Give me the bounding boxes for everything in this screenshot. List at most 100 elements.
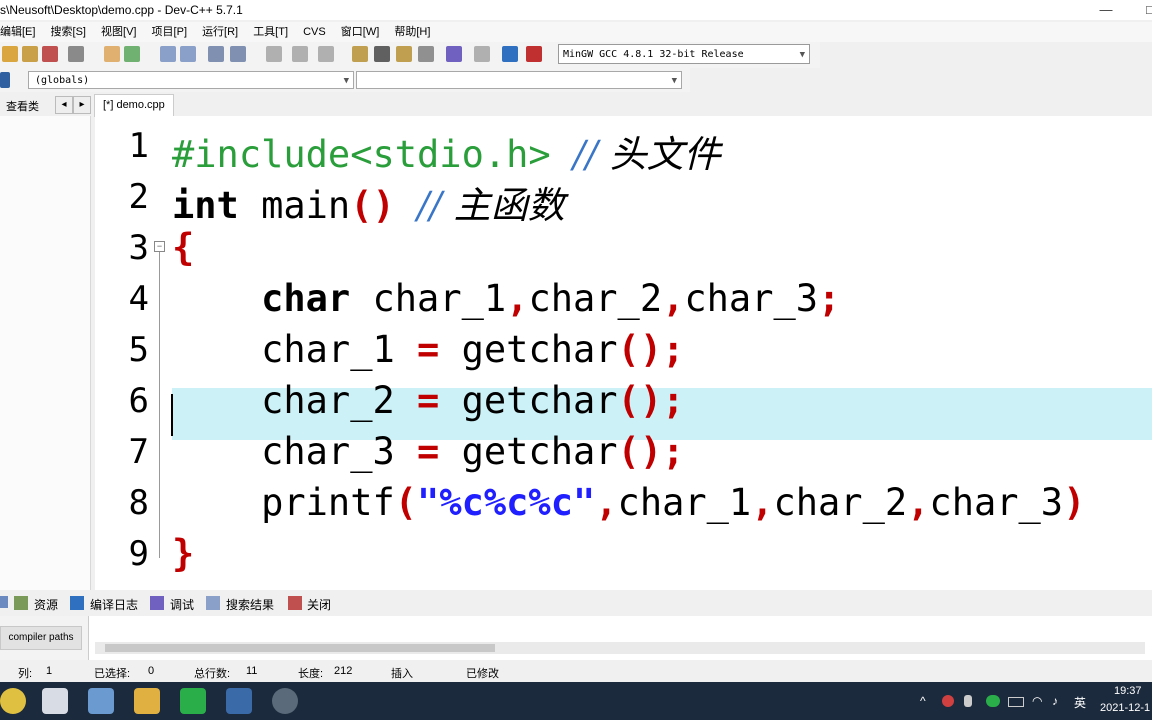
resources-icon [14, 596, 28, 610]
chevron-down-icon: ▼ [343, 76, 349, 86]
search-results-icon [206, 596, 220, 610]
menu-run[interactable]: 运行[R] [202, 22, 238, 42]
code-line: { [172, 226, 194, 269]
minimize-button[interactable]: — [1084, 0, 1128, 20]
code-token: char_3 [684, 277, 819, 320]
globals-select[interactable]: (globals) ▼ [28, 71, 354, 89]
horizontal-scrollbar[interactable] [95, 642, 1145, 654]
code-token: ( [394, 481, 418, 524]
fold-toggle-icon[interactable]: − [154, 241, 165, 252]
volume-icon[interactable]: ♪ [1052, 694, 1058, 708]
tab-next-button[interactable]: ▸ [73, 96, 91, 114]
code-token: char_3 [929, 481, 1064, 524]
function-select[interactable]: ▼ [356, 71, 682, 89]
forward-icon[interactable] [292, 46, 308, 62]
maximize-button[interactable]: □ [1128, 0, 1152, 20]
clock-time[interactable]: 19:37 [1114, 685, 1142, 697]
unindent-icon[interactable] [230, 46, 246, 62]
compiler-select[interactable]: MinGW GCC 4.8.1 32-bit Release ▼ [558, 44, 810, 64]
microphone-icon[interactable] [964, 695, 972, 707]
bookmark-icon[interactable] [318, 46, 334, 62]
code-token: printf [172, 481, 395, 524]
line-number: 3 [128, 228, 149, 268]
chevron-down-icon: ▼ [799, 50, 805, 60]
undo-icon[interactable] [104, 46, 120, 62]
line-number: 7 [128, 432, 149, 472]
chrome-icon[interactable] [0, 688, 26, 714]
code-line: printf("%c%c%c",char_1,char_2,char_3) [172, 481, 1085, 524]
menu-help[interactable]: 帮助[H] [394, 22, 430, 42]
code-token: char_1 [172, 328, 418, 371]
tab-debug[interactable]: 调试 [170, 596, 194, 613]
tab-demo-cpp[interactable]: [*] demo.cpp [94, 94, 174, 117]
rebuild-icon[interactable] [418, 46, 434, 62]
code-token: // [417, 184, 442, 227]
wechat-icon[interactable] [180, 688, 206, 714]
compile-icon[interactable] [352, 46, 368, 62]
code-token: char_2 [773, 481, 908, 524]
compile-run-icon[interactable] [396, 46, 412, 62]
redo-icon[interactable] [124, 46, 140, 62]
notepad-icon[interactable] [88, 688, 114, 714]
devcpp-icon[interactable] [226, 688, 252, 714]
code-token: char [261, 277, 351, 320]
debug-icon[interactable] [526, 46, 542, 62]
tab-search-results[interactable]: 搜索结果 [226, 596, 274, 613]
find-icon[interactable] [160, 46, 176, 62]
status-sel-value: 0 [148, 665, 155, 677]
tray-expand-icon[interactable]: ^ [920, 694, 926, 708]
indent-icon[interactable] [208, 46, 224, 62]
code-token: ; [818, 277, 841, 320]
menu-window[interactable]: 窗口[W] [341, 22, 380, 42]
code-token: } [172, 532, 195, 575]
wechat-tray-icon[interactable] [986, 695, 1000, 707]
status-col-label: 列: [18, 668, 33, 680]
class-icon[interactable] [0, 72, 10, 88]
save-all-icon[interactable] [22, 46, 38, 62]
scrollbar-thumb[interactable] [105, 644, 495, 652]
class-browser-tab[interactable]: 查看类 [6, 98, 39, 114]
code-token: getchar [439, 430, 618, 473]
menu-project[interactable]: 项目[P] [152, 22, 187, 42]
check-icon[interactable] [446, 46, 462, 62]
debug-check-icon [150, 596, 164, 610]
code-token: , [907, 481, 930, 524]
back-icon[interactable] [266, 46, 282, 62]
close-file-icon[interactable] [42, 46, 58, 62]
battery-icon[interactable] [1008, 697, 1024, 707]
log-output-area[interactable] [88, 616, 1152, 660]
qq-icon[interactable] [942, 695, 954, 707]
app-icon[interactable] [272, 688, 298, 714]
print-icon[interactable] [68, 46, 84, 62]
line-number: 4 [128, 279, 149, 319]
tab-prev-button[interactable]: ◂ [55, 96, 73, 114]
save-icon[interactable] [2, 46, 18, 62]
code-line: char_1 = getchar(); [172, 328, 684, 371]
replace-icon[interactable] [180, 46, 196, 62]
code-line: char_2 = getchar(); [172, 379, 684, 422]
stop-icon[interactable] [474, 46, 490, 62]
menu-tools[interactable]: 工具[T] [253, 22, 288, 42]
tab-resources[interactable]: 资源 [34, 596, 58, 613]
menu-edit[interactable]: 编辑[E] [0, 22, 35, 42]
compiler-paths-label[interactable]: compiler paths [0, 626, 82, 650]
code-editor[interactable]: 1 2 3 4 5 6 7 8 9 − #include<stdio.h> //… [95, 116, 1152, 590]
chart-icon[interactable] [502, 46, 518, 62]
status-modified: 已修改 [466, 668, 499, 680]
tab-close[interactable]: 关闭 [307, 596, 331, 613]
menu-cvs[interactable]: CVS [303, 22, 326, 42]
code-token: { [172, 226, 195, 269]
menu-bar: 编辑[E] 搜索[S] 视图[V] 项目[P] 运行[R] 工具[T] CVS … [0, 22, 1152, 42]
file-manager-icon[interactable] [42, 688, 68, 714]
clock-date[interactable]: 2021-12-1 [1100, 702, 1150, 714]
tab-bar: 查看类 ◂ ▸ [*] demo.cpp [0, 94, 1152, 117]
tab-compile-log[interactable]: 编译日志 [90, 596, 138, 613]
folder-icon[interactable] [134, 688, 160, 714]
wifi-icon[interactable]: ◠ [1032, 694, 1042, 708]
ime-indicator[interactable]: 英 [1074, 694, 1086, 711]
status-len-value: 212 [334, 665, 353, 677]
run-icon[interactable] [374, 46, 390, 62]
menu-search[interactable]: 搜索[S] [51, 22, 86, 42]
menu-view[interactable]: 视图[V] [101, 22, 136, 42]
